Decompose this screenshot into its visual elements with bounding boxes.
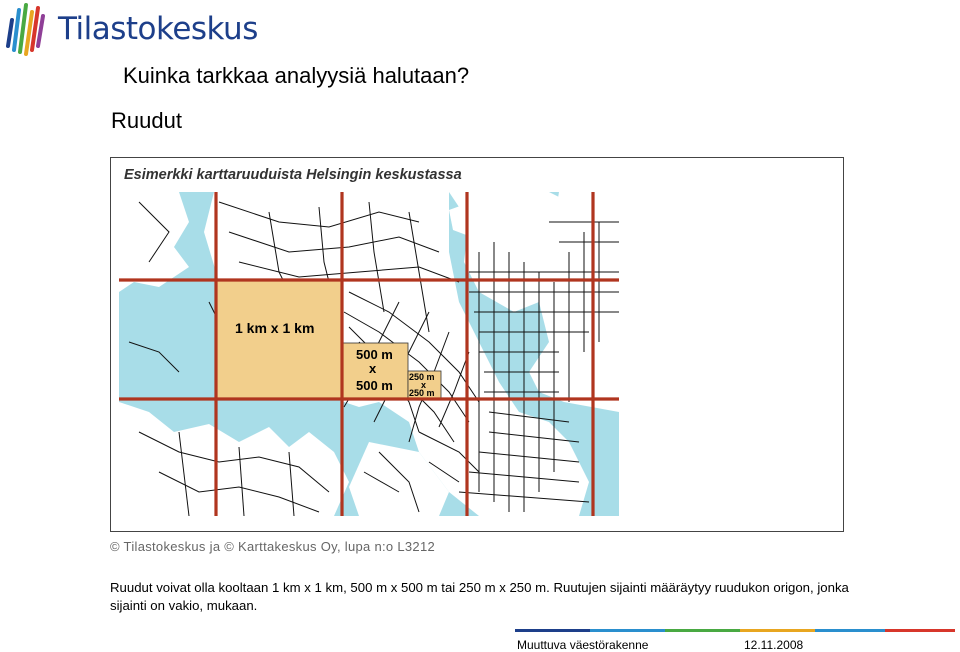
label-500m-top: 500 m — [356, 347, 393, 362]
cell-1km — [216, 279, 342, 399]
tilastokeskus-logo: Tilastokeskus — [2, 2, 258, 58]
grid-map: 1 km x 1 km 500 m x 500 m 250 m x 250 m — [119, 192, 619, 516]
logo-wordmark: Tilastokeskus — [58, 11, 258, 47]
label-250m-bot: 250 m — [409, 388, 435, 398]
logo-bars-icon — [6, 3, 45, 56]
label-1km: 1 km x 1 km — [235, 320, 314, 336]
slide-question: Kuinka tarkkaa analyysiä halutaan? — [123, 63, 470, 88]
label-500m-mid: x — [369, 361, 377, 376]
map-title: Esimerkki karttaruuduista Helsingin kesk… — [124, 167, 462, 183]
slide-subtitle: Ruudut — [111, 108, 182, 133]
description-text: Ruudut voivat olla kooltaan 1 km x 1 km,… — [110, 580, 849, 613]
label-500m-bot: 500 m — [356, 378, 393, 393]
footer-color-band — [515, 629, 955, 632]
copyright-note: © Tilastokeskus ja © Karttakeskus Oy, lu… — [110, 539, 436, 554]
